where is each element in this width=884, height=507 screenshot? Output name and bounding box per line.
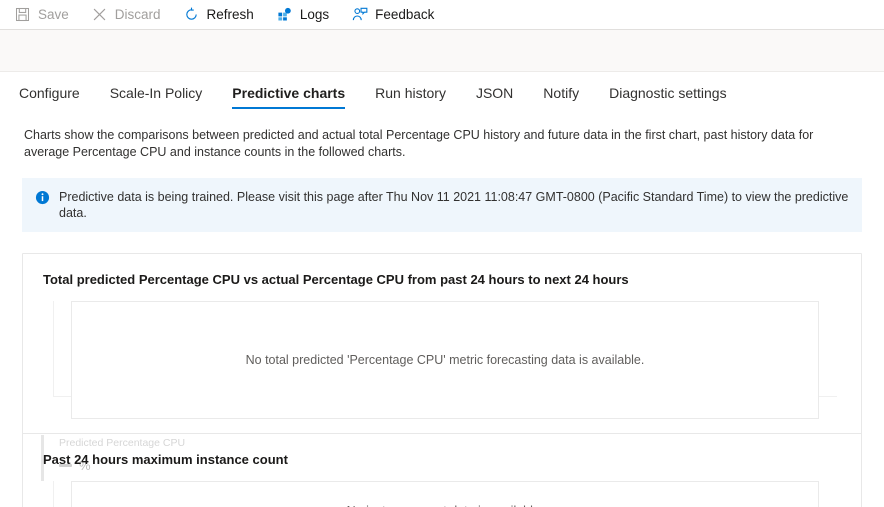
empty-state-message-predicted-cpu: No total predicted 'Percentage CPU' metr… bbox=[245, 353, 645, 367]
discard-icon bbox=[91, 6, 108, 23]
save-icon bbox=[14, 6, 31, 23]
tab-scale-in-policy[interactable]: Scale-In Policy bbox=[99, 86, 214, 109]
tab-json[interactable]: JSON bbox=[465, 86, 524, 109]
feedback-button-label: Feedback bbox=[375, 7, 435, 22]
chart-section-instance-count: Past 24 hours maximum instance count No … bbox=[23, 433, 861, 507]
save-button[interactable]: Save bbox=[14, 0, 81, 29]
info-icon bbox=[35, 190, 50, 209]
chart-section-predicted-cpu: Total predicted Percentage CPU vs actual… bbox=[23, 254, 861, 481]
feedback-icon bbox=[351, 6, 368, 23]
refresh-button[interactable]: Refresh bbox=[183, 0, 266, 29]
discard-button[interactable]: Discard bbox=[91, 0, 173, 29]
y-axis-line bbox=[53, 301, 54, 397]
tab-diagnostic-settings[interactable]: Diagnostic settings bbox=[598, 86, 738, 109]
chart-title-instance-count: Past 24 hours maximum instance count bbox=[43, 452, 288, 467]
tab-bar: Configure Scale-In Policy Predictive cha… bbox=[0, 72, 884, 109]
tab-run-history[interactable]: Run history bbox=[364, 86, 457, 109]
logs-button-label: Logs bbox=[299, 7, 330, 22]
logs-icon bbox=[276, 6, 293, 23]
autoscale-predictive-charts-page: Save Discard Refresh Logs Feedback Confi… bbox=[0, 0, 884, 507]
empty-state-predicted-cpu: No total predicted 'Percentage CPU' metr… bbox=[71, 301, 819, 419]
info-banner: Predictive data is being trained. Please… bbox=[22, 178, 862, 232]
feedback-button[interactable]: Feedback bbox=[351, 0, 446, 29]
chart-area-predicted-cpu: 4:00 PM Predicted Percentage CPU % No to… bbox=[41, 301, 843, 481]
discard-button-label: Discard bbox=[114, 7, 161, 22]
tab-configure[interactable]: Configure bbox=[8, 86, 91, 109]
y-axis-line-instance bbox=[53, 481, 54, 507]
logs-button[interactable]: Logs bbox=[276, 0, 341, 29]
empty-state-instance-count: No instance count data is available. bbox=[71, 481, 819, 507]
save-button-label: Save bbox=[38, 7, 69, 22]
refresh-icon bbox=[183, 6, 200, 23]
header-spacer bbox=[0, 30, 884, 72]
info-banner-message: Predictive data is being trained. Please… bbox=[59, 190, 849, 220]
chart-area-instance-count: No instance count data is available. bbox=[41, 481, 843, 507]
page-content: Charts show the comparisons between pred… bbox=[0, 109, 884, 507]
tab-predictive-charts[interactable]: Predictive charts bbox=[221, 86, 356, 109]
chart-title-predicted-cpu: Total predicted Percentage CPU vs actual… bbox=[43, 272, 629, 287]
tab-notify[interactable]: Notify bbox=[532, 86, 590, 109]
charts-container: Total predicted Percentage CPU vs actual… bbox=[22, 253, 862, 507]
command-bar: Save Discard Refresh Logs Feedback bbox=[0, 0, 884, 29]
page-description: Charts show the comparisons between pred… bbox=[24, 128, 814, 159]
refresh-button-label: Refresh bbox=[206, 7, 254, 22]
